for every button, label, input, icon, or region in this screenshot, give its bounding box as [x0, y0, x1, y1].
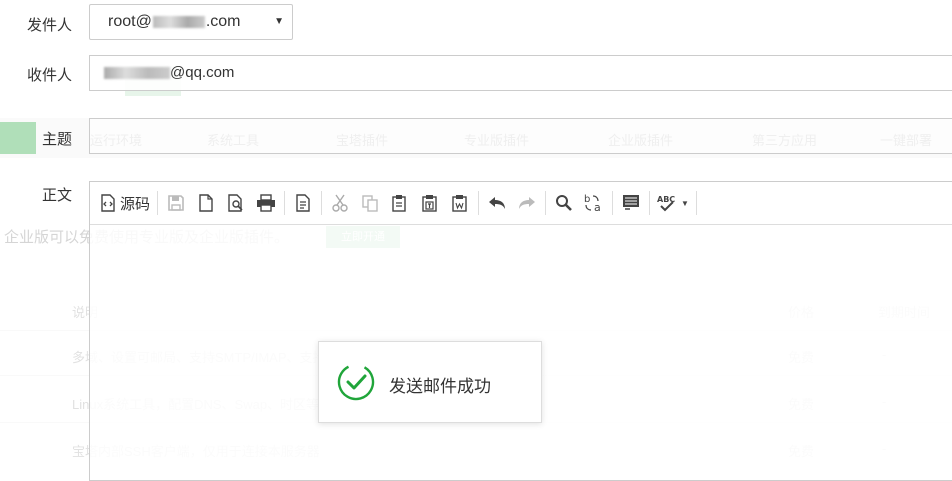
toolbar-separator	[321, 191, 323, 215]
subject-label: 主题	[41, 131, 72, 148]
toolbar-separator	[545, 191, 547, 215]
cut-icon	[332, 194, 348, 212]
redo-button[interactable]	[512, 189, 542, 217]
paste-word-button[interactable]	[445, 189, 475, 217]
new-page-icon	[199, 194, 213, 212]
paste-word-icon	[452, 195, 467, 212]
templates-icon	[296, 194, 310, 212]
templates-button[interactable]	[288, 189, 318, 217]
toolbar-separator	[649, 191, 651, 215]
redo-icon	[519, 197, 536, 209]
svg-text:a: a	[594, 201, 601, 213]
sender-redacted	[152, 15, 205, 28]
toolbar-separator	[157, 191, 159, 215]
spellcheck-icon: ABC	[657, 195, 675, 212]
select-all-button[interactable]	[616, 189, 646, 217]
copy-icon	[362, 195, 378, 212]
recipient-redacted	[104, 67, 170, 80]
undo-icon	[489, 197, 506, 209]
toolbar-separator	[612, 191, 614, 215]
recipient-input[interactable]: @qq.com	[89, 55, 952, 91]
find-icon	[556, 195, 572, 211]
paste-text-button[interactable]	[415, 189, 445, 217]
select-all-icon	[623, 195, 640, 210]
sender-suffix: .com	[205, 13, 241, 30]
print-icon	[257, 194, 276, 212]
copy-button[interactable]	[355, 189, 385, 217]
new-page-button[interactable]	[191, 189, 221, 217]
body-editor[interactable]: 源码 b a ABC ▼	[89, 181, 952, 481]
editor-toolbar: 源码 b a ABC ▼	[90, 182, 952, 225]
source-label: 源码	[120, 195, 151, 213]
sender-select[interactable]: root@ .com ▼	[89, 4, 293, 40]
cut-button[interactable]	[325, 189, 355, 217]
preview-icon	[228, 194, 243, 212]
replace-icon: ba	[584, 194, 601, 213]
toast-message: 发送邮件成功	[389, 377, 491, 396]
svg-text:b: b	[584, 194, 590, 205]
source-icon	[101, 194, 115, 212]
replace-button[interactable]: ba	[579, 189, 609, 217]
paste-button[interactable]	[385, 189, 415, 217]
preview-button[interactable]	[221, 189, 251, 217]
paste-icon	[392, 195, 406, 212]
sender-prefix: root@	[108, 13, 152, 30]
print-button[interactable]	[251, 189, 281, 217]
save-button[interactable]	[161, 189, 191, 217]
success-check-icon	[337, 363, 375, 401]
body-label: 正文	[41, 187, 72, 204]
sender-label: 发件人	[26, 17, 72, 34]
source-button[interactable]: 源码	[96, 189, 154, 217]
toolbar-separator	[696, 191, 698, 215]
toolbar-separator	[284, 191, 286, 215]
spellcheck-button[interactable]: ABC ▼	[653, 189, 693, 217]
success-toast: 发送邮件成功	[318, 341, 542, 423]
toolbar-separator	[478, 191, 480, 215]
paste-text-icon	[422, 195, 437, 212]
subject-input[interactable]	[89, 118, 952, 154]
recipient-label: 收件人	[26, 67, 72, 84]
save-icon	[168, 195, 184, 211]
chevron-down-icon: ▼	[274, 16, 284, 27]
chevron-down-icon: ▼	[681, 198, 689, 208]
recipient-suffix: @qq.com	[170, 64, 235, 81]
find-button[interactable]	[549, 189, 579, 217]
undo-button[interactable]	[482, 189, 512, 217]
